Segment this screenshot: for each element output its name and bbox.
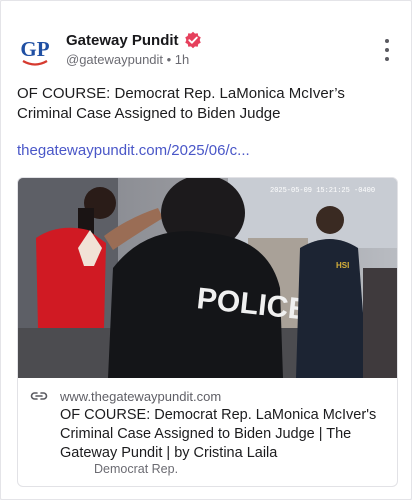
author-handle-time: @gatewaypundit • 1h [66, 52, 190, 67]
link-icon [30, 392, 48, 400]
link-description: Democrat Rep. [94, 462, 179, 476]
author-block: Gateway Pundit @gatewaypundit • 1h [66, 31, 202, 67]
link-preview-card[interactable]: POLICE HSI 2025-05-09 15:21:25 -0400 www… [17, 177, 398, 487]
image-vest-text: HSI [336, 261, 349, 270]
author-name[interactable]: Gateway Pundit [66, 32, 179, 49]
more-options-icon[interactable] [379, 39, 395, 61]
avatar[interactable]: GP [17, 33, 53, 69]
avatar-initials: GP [20, 37, 49, 61]
post-text: OF COURSE: Democrat Rep. LaMonica McIver… [17, 85, 345, 122]
post-link[interactable]: thegatewaypundit.com/2025/06/c... [17, 142, 250, 159]
verified-badge-icon [184, 31, 202, 49]
link-title: OF COURSE: Democrat Rep. LaMonica McIver… [60, 407, 377, 461]
preview-image: POLICE HSI 2025-05-09 15:21:25 -0400 [18, 178, 397, 378]
image-timestamp: 2025-05-09 15:21:25 -0400 [270, 187, 375, 195]
post-card: GP Gateway Pundit @gatewaypundit • 1h OF… [0, 0, 412, 500]
link-card-body: www.thegatewaypundit.com OF COURSE: Demo… [18, 378, 397, 486]
link-domain: www.thegatewaypundit.com [60, 389, 222, 404]
gateway-pundit-logo-icon: GP [20, 37, 50, 66]
post-header: GP Gateway Pundit @gatewaypundit • 1h [17, 29, 397, 71]
